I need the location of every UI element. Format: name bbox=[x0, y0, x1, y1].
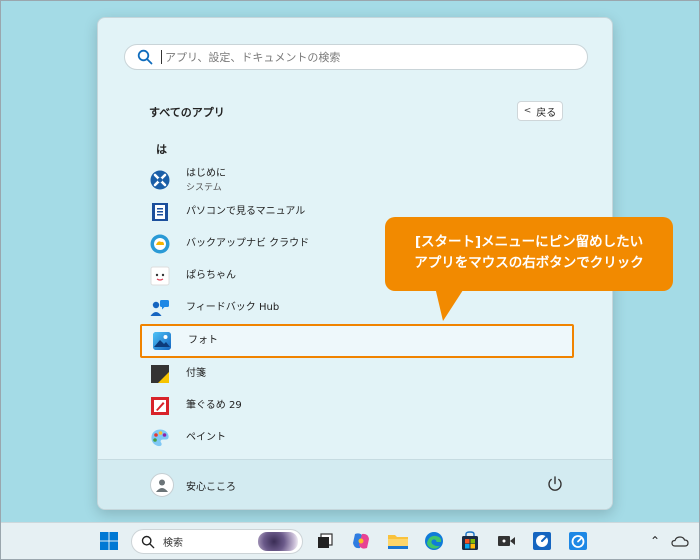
taskbar-search-box[interactable]: 検索 bbox=[131, 529, 303, 554]
photos-icon bbox=[152, 331, 172, 351]
parachan-icon bbox=[150, 266, 170, 286]
app-item-sticky-notes[interactable]: 付箋 bbox=[140, 359, 576, 389]
feedback-hub-icon bbox=[150, 298, 170, 318]
edge-icon bbox=[425, 532, 443, 550]
app-item-sublabel: システム bbox=[186, 182, 222, 193]
back-button[interactable]: < 戻る bbox=[517, 101, 563, 121]
app-item-photos[interactable]: フォト bbox=[140, 324, 574, 358]
instruction-callout: [スタート]メニューにピン留めしたい アプリをマウスの右ボタンでクリック bbox=[385, 217, 673, 325]
task-view-button[interactable] bbox=[313, 529, 337, 553]
store-icon bbox=[462, 531, 478, 550]
cloud-icon bbox=[671, 536, 689, 547]
start-menu-footer: 安心こころ bbox=[98, 459, 612, 509]
app-item-label: バックアップナビ クラウド bbox=[186, 238, 310, 249]
manual-book-icon bbox=[150, 202, 170, 222]
taskbar-search-label: 検索 bbox=[163, 538, 183, 549]
text-caret bbox=[161, 50, 162, 64]
user-account-button[interactable]: 安心こころ bbox=[150, 473, 236, 497]
power-icon[interactable] bbox=[546, 475, 564, 493]
start-search-input[interactable] bbox=[165, 50, 587, 64]
app-item-label: ペイント bbox=[186, 432, 226, 443]
search-icon bbox=[137, 49, 153, 65]
app-item-label: フィードバック Hub bbox=[186, 302, 280, 313]
app-item-label: ぱらちゃん bbox=[186, 270, 236, 281]
app-icon-3 bbox=[569, 532, 587, 550]
sticky-notes-icon bbox=[150, 364, 170, 384]
user-avatar-icon bbox=[150, 473, 174, 497]
app-item-label: はじめに bbox=[186, 167, 226, 179]
start-search-box[interactable] bbox=[124, 44, 588, 70]
taskbar: 検索 ⌃ bbox=[1, 522, 699, 559]
search-icon bbox=[141, 535, 155, 548]
file-explorer-button[interactable] bbox=[386, 529, 410, 553]
system-tray-chevron[interactable]: ⌃ bbox=[643, 529, 667, 553]
app-item-paint[interactable]: ペイント bbox=[140, 423, 576, 453]
copilot-button[interactable] bbox=[349, 529, 373, 553]
callout-tail bbox=[435, 287, 465, 321]
store-button[interactable] bbox=[458, 529, 482, 553]
app-item-get-started[interactable]: はじめに システム bbox=[140, 165, 576, 195]
app-button[interactable] bbox=[494, 529, 518, 553]
app-item-label: フォト bbox=[188, 335, 218, 346]
edge-button[interactable] bbox=[422, 529, 446, 553]
app-item-fudegurume[interactable]: 筆ぐるめ 29 bbox=[140, 391, 576, 421]
task-view-icon bbox=[318, 533, 333, 548]
get-started-icon bbox=[150, 170, 170, 190]
user-name: 安心こころ bbox=[186, 481, 236, 493]
windows-start-icon bbox=[100, 532, 118, 550]
copilot-icon bbox=[353, 533, 369, 549]
app-item-label: 筆ぐるめ 29 bbox=[186, 400, 242, 411]
chevron-up-icon: ⌃ bbox=[649, 534, 661, 548]
callout-bubble: [スタート]メニューにピン留めしたい アプリをマウスの右ボタンでクリック bbox=[385, 217, 673, 291]
file-explorer-icon bbox=[388, 535, 408, 549]
start-button[interactable] bbox=[97, 529, 121, 553]
callout-line-2: アプリをマウスの右ボタンでクリック bbox=[414, 255, 644, 271]
app-button-2[interactable] bbox=[530, 529, 554, 553]
app-item-label: パソコンで見るマニュアル bbox=[186, 206, 306, 217]
onedrive-button[interactable] bbox=[668, 529, 692, 553]
callout-line-1: [スタート]メニューにピン留めしたい bbox=[414, 234, 644, 250]
app-button-3[interactable] bbox=[566, 529, 590, 553]
back-button-label: 戻る bbox=[536, 107, 557, 119]
app-icon bbox=[498, 536, 515, 546]
all-apps-title: すべてのアプリ bbox=[149, 106, 225, 119]
paint-icon bbox=[150, 428, 170, 448]
app-item-label: 付箋 bbox=[186, 368, 206, 379]
search-highlight-image bbox=[258, 532, 298, 551]
chevron-left-icon: < bbox=[523, 106, 532, 116]
fudegurume-icon bbox=[150, 396, 170, 416]
backup-navi-icon bbox=[150, 234, 170, 254]
app-icon-2 bbox=[533, 532, 551, 550]
section-letter: は bbox=[156, 143, 167, 156]
